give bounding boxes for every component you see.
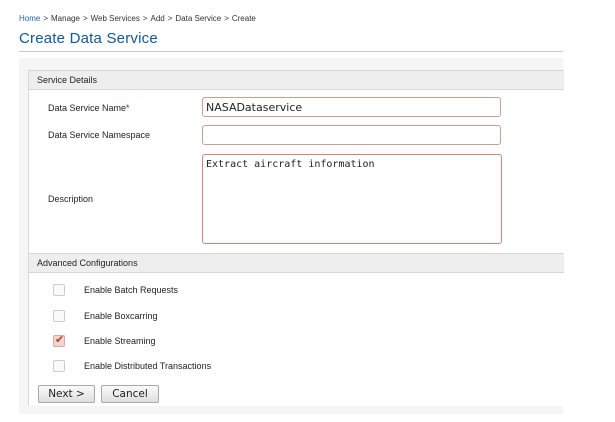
section-header-service-details: Service Details bbox=[29, 70, 564, 90]
breadcrumb-item-web-services: Web Services bbox=[90, 14, 140, 23]
breadcrumb: Home > Manage > Web Services > Add > Data Servic… bbox=[19, 14, 256, 23]
breadcrumb-item-add: Add bbox=[150, 14, 165, 23]
boxcarring-label: Enable Boxcarring bbox=[84, 311, 158, 321]
description-label: Description bbox=[48, 194, 94, 204]
checkmark-icon: ✔ bbox=[55, 334, 65, 346]
form-panel: Service Details Data Service Name* Data … bbox=[28, 70, 564, 406]
breadcrumb-home-link[interactable]: Home bbox=[19, 14, 40, 23]
title-divider bbox=[19, 51, 563, 52]
distributed-transactions-label: Enable Distributed Transactions bbox=[84, 361, 212, 371]
data-service-name-input[interactable] bbox=[202, 97, 501, 117]
page-title: Create Data Service bbox=[19, 30, 158, 47]
breadcrumb-separator: > bbox=[82, 14, 88, 23]
breadcrumb-item-manage: Manage bbox=[51, 14, 80, 23]
data-service-namespace-label: Data Service Namespace bbox=[48, 130, 151, 140]
breadcrumb-separator: > bbox=[167, 14, 173, 23]
required-marker: * bbox=[126, 103, 130, 113]
data-service-name-label: Data Service Name* bbox=[48, 103, 130, 113]
breadcrumb-item-data-service: Data Service bbox=[175, 14, 222, 23]
description-textarea[interactable]: Extract aircraft information bbox=[202, 154, 502, 244]
breadcrumb-separator: > bbox=[43, 14, 49, 23]
streaming-label: Enable Streaming bbox=[84, 336, 156, 346]
batch-requests-checkbox[interactable] bbox=[53, 284, 65, 296]
breadcrumb-separator: > bbox=[224, 14, 229, 23]
batch-requests-label: Enable Batch Requests bbox=[84, 285, 179, 295]
breadcrumb-separator: > bbox=[142, 14, 148, 23]
data-service-name-label-text: Data Service Name bbox=[48, 103, 127, 113]
section-header-advanced-configurations: Advanced Configurations bbox=[29, 253, 564, 273]
cancel-button[interactable]: Cancel bbox=[101, 385, 159, 403]
streaming-checkbox[interactable]: ✔ bbox=[53, 334, 65, 347]
breadcrumb-item-create: Create bbox=[231, 14, 256, 23]
distributed-transactions-checkbox[interactable] bbox=[53, 360, 65, 372]
boxcarring-checkbox[interactable] bbox=[53, 310, 65, 322]
next-button[interactable]: Next > bbox=[38, 385, 95, 403]
data-service-namespace-input[interactable] bbox=[202, 125, 501, 145]
